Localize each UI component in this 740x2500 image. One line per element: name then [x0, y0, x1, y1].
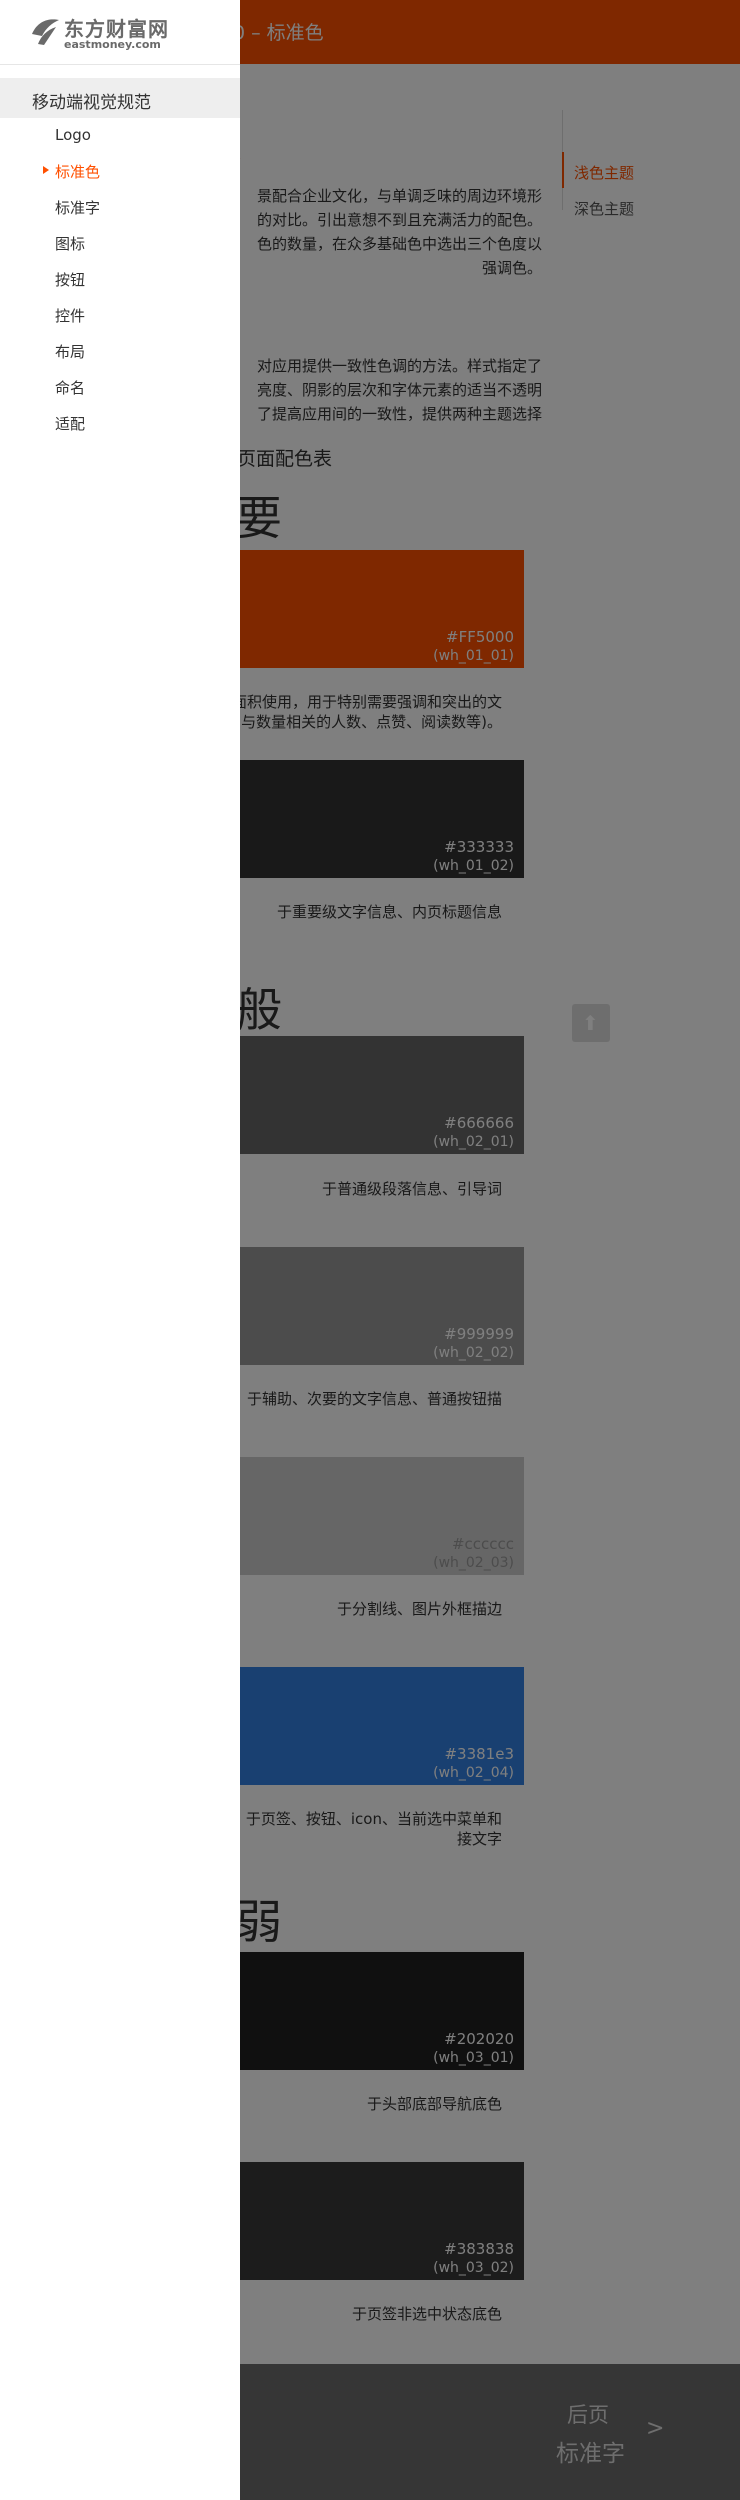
drawer-item-buttons[interactable]: 按钮 [55, 269, 85, 290]
side-drawer: 东方财富网 eastmoney.com 移动端视觉规范 Logo 标准色 标准字… [0, 0, 240, 2500]
drawer-item-layout[interactable]: 布局 [55, 341, 85, 362]
drawer-divider [0, 64, 240, 65]
drawer-item-standard-font[interactable]: 标准字 [55, 197, 100, 218]
active-caret-icon [43, 166, 49, 174]
drawer-item-adaptation[interactable]: 适配 [55, 413, 85, 434]
eastmoney-logo-icon [32, 19, 59, 45]
drawer-item-naming[interactable]: 命名 [55, 377, 85, 398]
drawer-item-icons[interactable]: 图标 [55, 233, 85, 254]
logo-domain: eastmoney.com [64, 38, 161, 51]
drawer-item-logo[interactable]: Logo [55, 126, 91, 144]
drawer-heading[interactable]: 移动端视觉规范 [0, 78, 240, 118]
drawer-item-standard-color[interactable]: 标准色 [55, 161, 100, 182]
eastmoney-logo[interactable]: 东方财富网 eastmoney.com [28, 12, 208, 56]
drawer-heading-label: 移动端视觉规范 [32, 93, 151, 113]
drawer-item-controls[interactable]: 控件 [55, 305, 85, 326]
